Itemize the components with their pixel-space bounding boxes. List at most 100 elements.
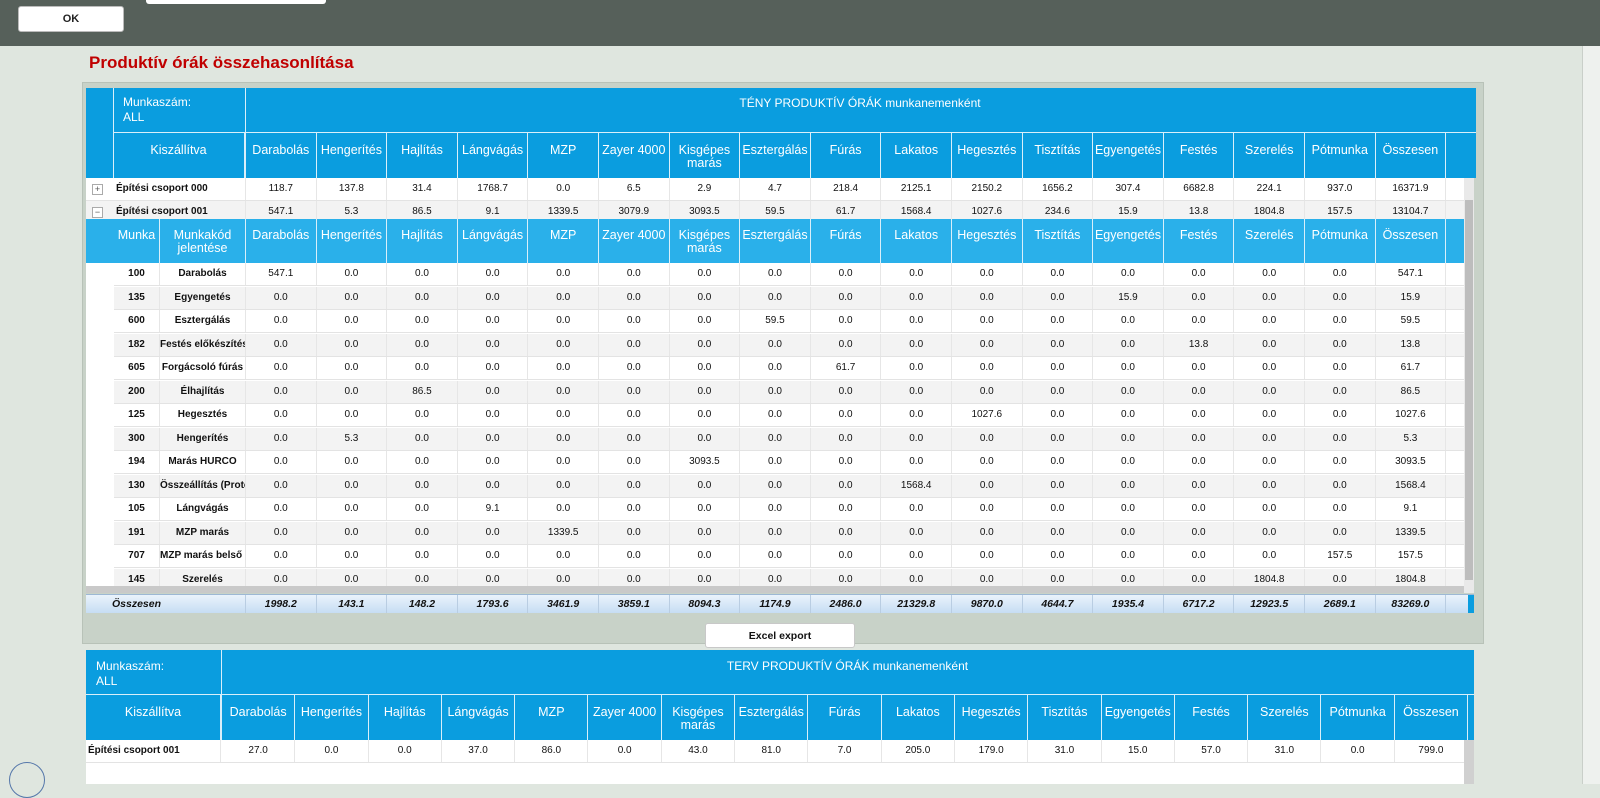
row-value: 0.0 xyxy=(952,427,1023,450)
row-value: 0.0 xyxy=(317,380,388,403)
row-code: 105 xyxy=(114,498,160,520)
col-header-14: Szerelés xyxy=(1234,132,1305,178)
group-row[interactable]: + Építési csoport 000 118.7 137.8 31.4 1768.7… xyxy=(86,178,1464,201)
summary-value: 1998.2 xyxy=(246,595,317,613)
row-value: 0.0 xyxy=(1093,380,1164,403)
row-code: 707 xyxy=(114,545,160,567)
terv-col-header-10: Hegesztés xyxy=(955,694,1029,740)
row-value: 0.0 xyxy=(881,498,952,520)
terv-vertical-scrollbar[interactable] xyxy=(1464,740,1474,784)
terv-group-value: 179.0 xyxy=(955,740,1029,762)
row-value: 0.0 xyxy=(1164,263,1235,285)
group-value: 6682.8 xyxy=(1164,178,1235,200)
row-value: 0.0 xyxy=(811,474,882,497)
table-row[interactable]: 135 Egyengetés 0.0 0.0 0.0 0.0 0.0 0.0 0.0 0.0 0.0… xyxy=(114,286,1464,310)
help-circle-icon[interactable] xyxy=(9,762,45,798)
summary-value: 6717.2 xyxy=(1164,595,1235,613)
ok-button[interactable]: OK xyxy=(18,6,124,32)
col-header-9: Lakatos xyxy=(881,132,952,178)
row-value: 0.0 xyxy=(246,545,317,567)
group-value: 16371.9 xyxy=(1376,178,1447,200)
row-name: Lángvágás xyxy=(160,498,246,520)
row-name: MZP marás xyxy=(160,521,246,544)
summary-row: Összesen 1998.2 143.1 148.2 1793.6 3461.9 3859… xyxy=(86,594,1474,613)
row-value: 0.0 xyxy=(528,427,599,450)
table-row[interactable]: 191 MZP marás 0.0 0.0 0.0 0.0 1339.5 0.0 0.0 0.0 0… xyxy=(114,521,1464,545)
table-row[interactable]: 105 Lángvágás 0.0 0.0 0.0 9.1 0.0 0.0 0.0 0.0 0.0 0… xyxy=(114,498,1464,521)
row-value: 0.0 xyxy=(458,380,529,403)
summary-scroll-stub xyxy=(1468,595,1474,613)
terv-group-row[interactable]: Építési csoport 001 27.0 0.0 0.0 37.0 86.0 0.0… xyxy=(86,740,1464,763)
group-value: 937.0 xyxy=(1305,178,1376,200)
row-value: 0.0 xyxy=(1234,333,1305,356)
sub-col-header-10: Hegesztés xyxy=(952,219,1023,263)
table-row[interactable]: 300 Hengerítés 0.0 5.3 0.0 0.0 0.0 0.0 0.0 0.0 0.0… xyxy=(114,427,1464,451)
terv-group-value: 43.0 xyxy=(662,740,736,762)
row-value: 0.0 xyxy=(881,427,952,450)
sub-col-header-12: Egyengetés xyxy=(1093,219,1164,263)
table-row[interactable]: 600 Esztergálás 0.0 0.0 0.0 0.0 0.0 0.0 0.0 59.5 0… xyxy=(114,310,1464,333)
row-value: 0.0 xyxy=(1023,474,1094,497)
expand-toggle-icon[interactable]: + xyxy=(92,184,103,195)
row-value: 0.0 xyxy=(952,286,1023,309)
horizontal-scrollbar[interactable] xyxy=(86,586,1464,593)
terv-col-header-14: Szerelés xyxy=(1248,694,1322,740)
row-value: 0.0 xyxy=(1305,263,1376,285)
row-value: 0.0 xyxy=(952,498,1023,520)
row-value: 0.0 xyxy=(528,451,599,473)
row-value: 0.0 xyxy=(1093,498,1164,520)
table-row[interactable]: 182 Festés előkészítés 0.0 0.0 0.0 0.0 0.0 0.0 0… xyxy=(114,333,1464,357)
row-value: 59.5 xyxy=(740,310,811,332)
row-value: 1027.6 xyxy=(1376,404,1447,426)
row-value: 0.0 xyxy=(599,263,670,285)
terv-group-value: 799.0 xyxy=(1395,740,1464,762)
terv-group-value: 86.0 xyxy=(515,740,589,762)
row-value: 0.0 xyxy=(1023,310,1094,332)
table-row[interactable]: 605 Forgácsoló fúrás 0.0 0.0 0.0 0.0 0.0 0.0 0.0… xyxy=(114,357,1464,380)
terv-group-value: 7.0 xyxy=(808,740,882,762)
table-row[interactable]: 194 Marás HURCO 0.0 0.0 0.0 0.0 0.0 0.0 3093.5 0.… xyxy=(114,451,1464,474)
sub-header: Munka Munkakód jelentése Darabolás Hengerít… xyxy=(86,219,1464,263)
row-value: 0.0 xyxy=(1164,404,1235,426)
table-row[interactable]: 125 Hegesztés 0.0 0.0 0.0 0.0 0.0 0.0 0.0 0.0 0.0 0… xyxy=(114,404,1464,427)
expand-toggle-icon[interactable]: − xyxy=(92,207,103,218)
table-row[interactable]: 200 Élhajlítás 0.0 0.0 86.5 0.0 0.0 0.0 0.0 0.0 0.… xyxy=(114,380,1464,404)
table-row[interactable]: 707 MZP marás belső h 0.0 0.0 0.0 0.0 0.0 0.0 0.… xyxy=(114,545,1464,568)
row-value: 0.0 xyxy=(599,310,670,332)
summary-value: 3859.1 xyxy=(599,595,670,613)
col-header-16: Összesen xyxy=(1376,132,1447,178)
row-value: 0.0 xyxy=(599,404,670,426)
table-row[interactable]: 130 Összeállítás (Proto 0.0 0.0 0.0 0.0 0.0 0.0… xyxy=(114,474,1464,498)
sub-col-header-16: Összesen xyxy=(1376,219,1447,263)
row-value: 0.0 xyxy=(528,404,599,426)
col-header-3: Lángvágás xyxy=(458,132,529,178)
row-value: 0.0 xyxy=(1234,380,1305,403)
row-value: 0.0 xyxy=(670,474,741,497)
row-value: 0.0 xyxy=(1305,310,1376,332)
group-name: Építési csoport 000 xyxy=(116,178,246,200)
summary-value: 143.1 xyxy=(317,595,388,613)
page-scrollbar[interactable] xyxy=(1582,46,1600,784)
row-name: MZP marás belső h xyxy=(160,545,246,567)
row-value: 0.0 xyxy=(1164,427,1235,450)
sub-col-header-7: Esztergálás xyxy=(740,219,811,263)
row-value: 0.0 xyxy=(599,545,670,567)
group-value: 224.1 xyxy=(1234,178,1305,200)
col-header-4: MZP xyxy=(528,132,599,178)
terv-group-value: 0.0 xyxy=(1322,740,1395,762)
row-value: 0.0 xyxy=(599,474,670,497)
row-value: 1027.6 xyxy=(952,404,1023,426)
row-value: 1568.4 xyxy=(1376,474,1447,497)
terv-col-kiszallitva: Kiszállítva xyxy=(86,694,221,740)
row-value: 0.0 xyxy=(1164,498,1235,520)
excel-export-button[interactable]: Excel export xyxy=(705,623,855,648)
row-value: 0.0 xyxy=(387,286,458,309)
table-row[interactable]: 100 Darabolás 547.1 0.0 0.0 0.0 0.0 0.0 0.0 0.0 0.… xyxy=(114,263,1464,286)
row-value: 0.0 xyxy=(599,521,670,544)
row-value: 0.0 xyxy=(1164,310,1235,332)
row-value: 157.5 xyxy=(1305,545,1376,567)
row-value: 0.0 xyxy=(811,263,882,285)
col-header-10: Hegesztés xyxy=(952,132,1023,178)
row-value: 0.0 xyxy=(246,451,317,473)
vertical-scrollbar-thumb[interactable] xyxy=(1465,200,1473,580)
